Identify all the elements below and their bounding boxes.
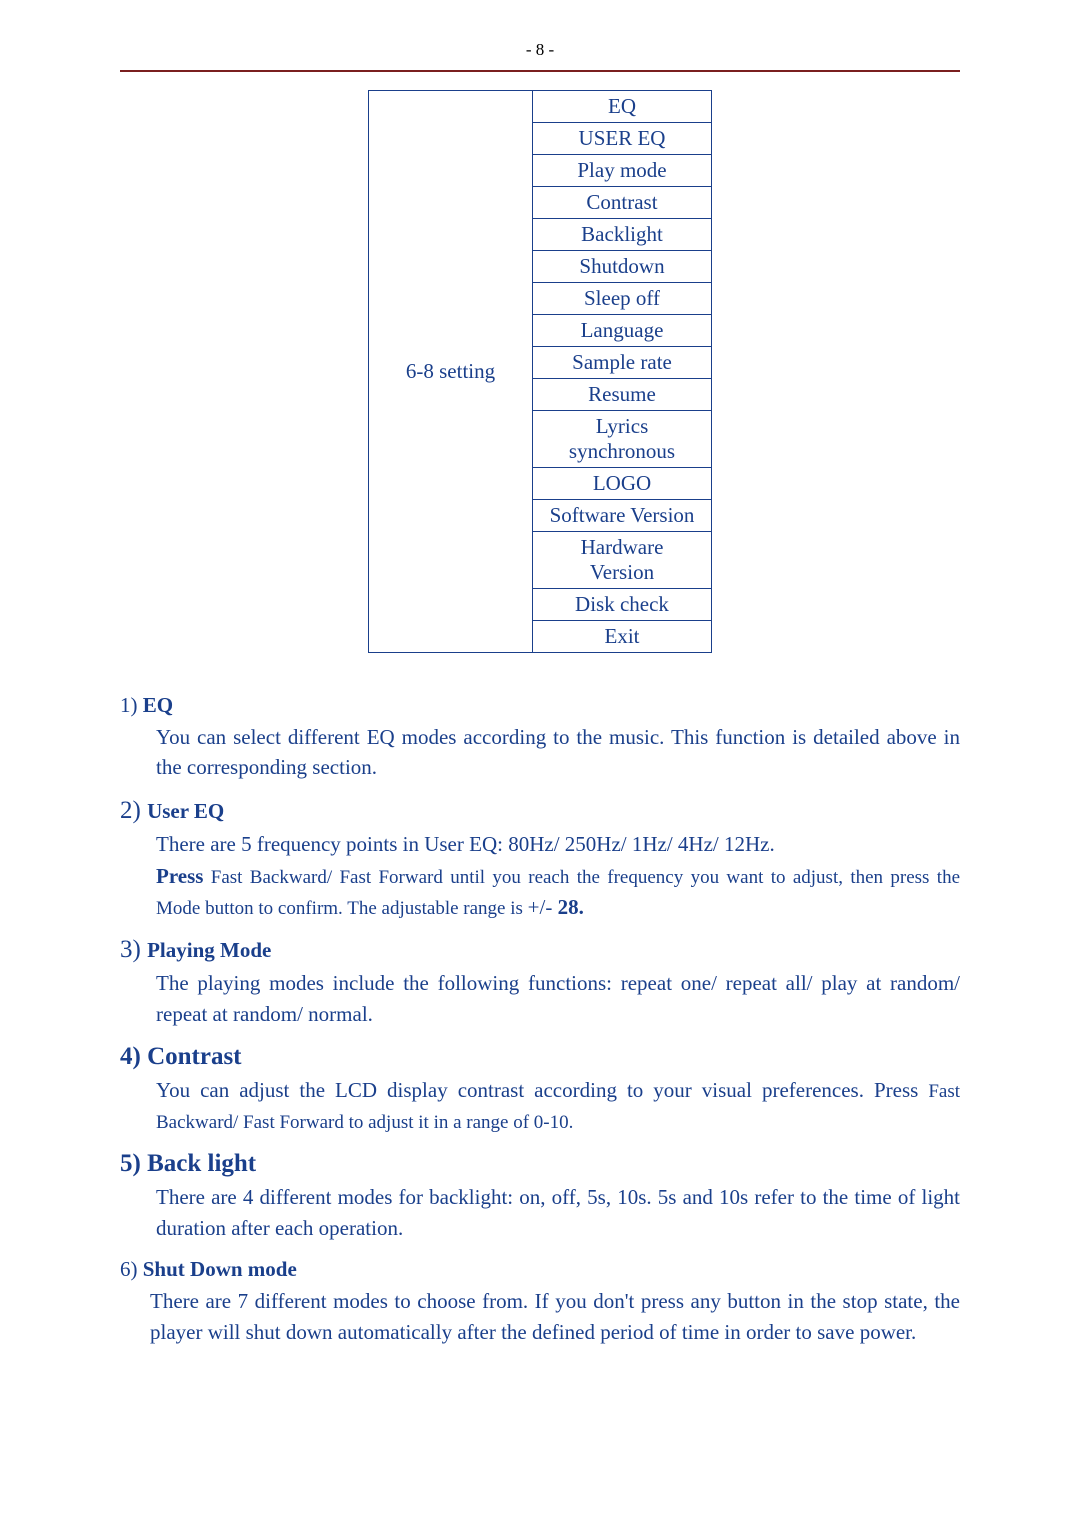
settings-row: Backlight [533, 219, 712, 251]
settings-table-wrap: 6-8 setting EQ USER EQ Play mode Contras… [120, 90, 960, 653]
section-2-header: 2) User EQ [120, 797, 960, 825]
settings-table: 6-8 setting EQ USER EQ Play mode Contras… [368, 90, 712, 653]
section-5-title: Back light [147, 1150, 256, 1177]
section-2-title: User EQ [147, 799, 224, 823]
settings-row: Software Version [533, 500, 712, 532]
section-6-header: 6) Shut Down mode [120, 1257, 960, 1282]
section-4-number: 4) [120, 1043, 147, 1070]
section-4-title: Contrast [147, 1043, 241, 1070]
settings-row: EQ [533, 91, 712, 123]
section-6-number: 6) [120, 1257, 143, 1281]
section-4-body: You can adjust the LCD display contrast … [156, 1075, 960, 1136]
section-1-title: EQ [143, 693, 173, 717]
header-rule [120, 70, 960, 72]
section-3-title: Playing Mode [147, 938, 271, 962]
settings-row: Sample rate [533, 347, 712, 379]
section-6-body: There are 7 different modes to choose fr… [150, 1286, 960, 1347]
section-2-line2: Press Fast Backward/ Fast Forward until … [156, 861, 960, 922]
settings-row: Resume [533, 379, 712, 411]
page-number: - 8 - [120, 40, 960, 66]
section-1-number: 1) [120, 693, 143, 717]
settings-row: Hardware Version [533, 532, 712, 589]
section-5-number: 5) [120, 1150, 147, 1177]
settings-row: Lyrics synchronous [533, 411, 712, 468]
settings-row: USER EQ [533, 123, 712, 155]
section-2-number: 2) [120, 797, 147, 824]
section-3-header: 3) Playing Mode [120, 936, 960, 964]
section-1-header: 1) EQ [120, 693, 960, 718]
settings-row: LOGO [533, 468, 712, 500]
section-2-line1: There are 5 frequency points in User EQ:… [156, 829, 960, 859]
section-4-body-a: You can adjust the LCD display contrast … [156, 1078, 928, 1102]
settings-row: Disk check [533, 589, 712, 621]
settings-row: Sleep off [533, 283, 712, 315]
settings-row: Play mode [533, 155, 712, 187]
section-5-header: 5) Back light [120, 1150, 960, 1178]
content: 1) EQ You can select different EQ modes … [120, 693, 960, 1347]
section-1-body: You can select different EQ modes accord… [156, 722, 960, 783]
settings-left-label: 6-8 setting [369, 91, 533, 653]
settings-row: Exit [533, 621, 712, 653]
section-6-title: Shut Down mode [143, 1257, 297, 1281]
press-label: Press [156, 864, 203, 888]
section-4-header: 4) Contrast [120, 1043, 960, 1071]
section-2-range-bold: 28. [558, 895, 584, 919]
section-3-body: The playing modes include the following … [156, 968, 960, 1029]
section-3-number: 3) [120, 936, 147, 963]
settings-row: Language [533, 315, 712, 347]
settings-row: Shutdown [533, 251, 712, 283]
section-5-body: There are 4 different modes for backligh… [156, 1182, 960, 1243]
section-2-range: +/- [528, 895, 558, 919]
settings-row: Contrast [533, 187, 712, 219]
